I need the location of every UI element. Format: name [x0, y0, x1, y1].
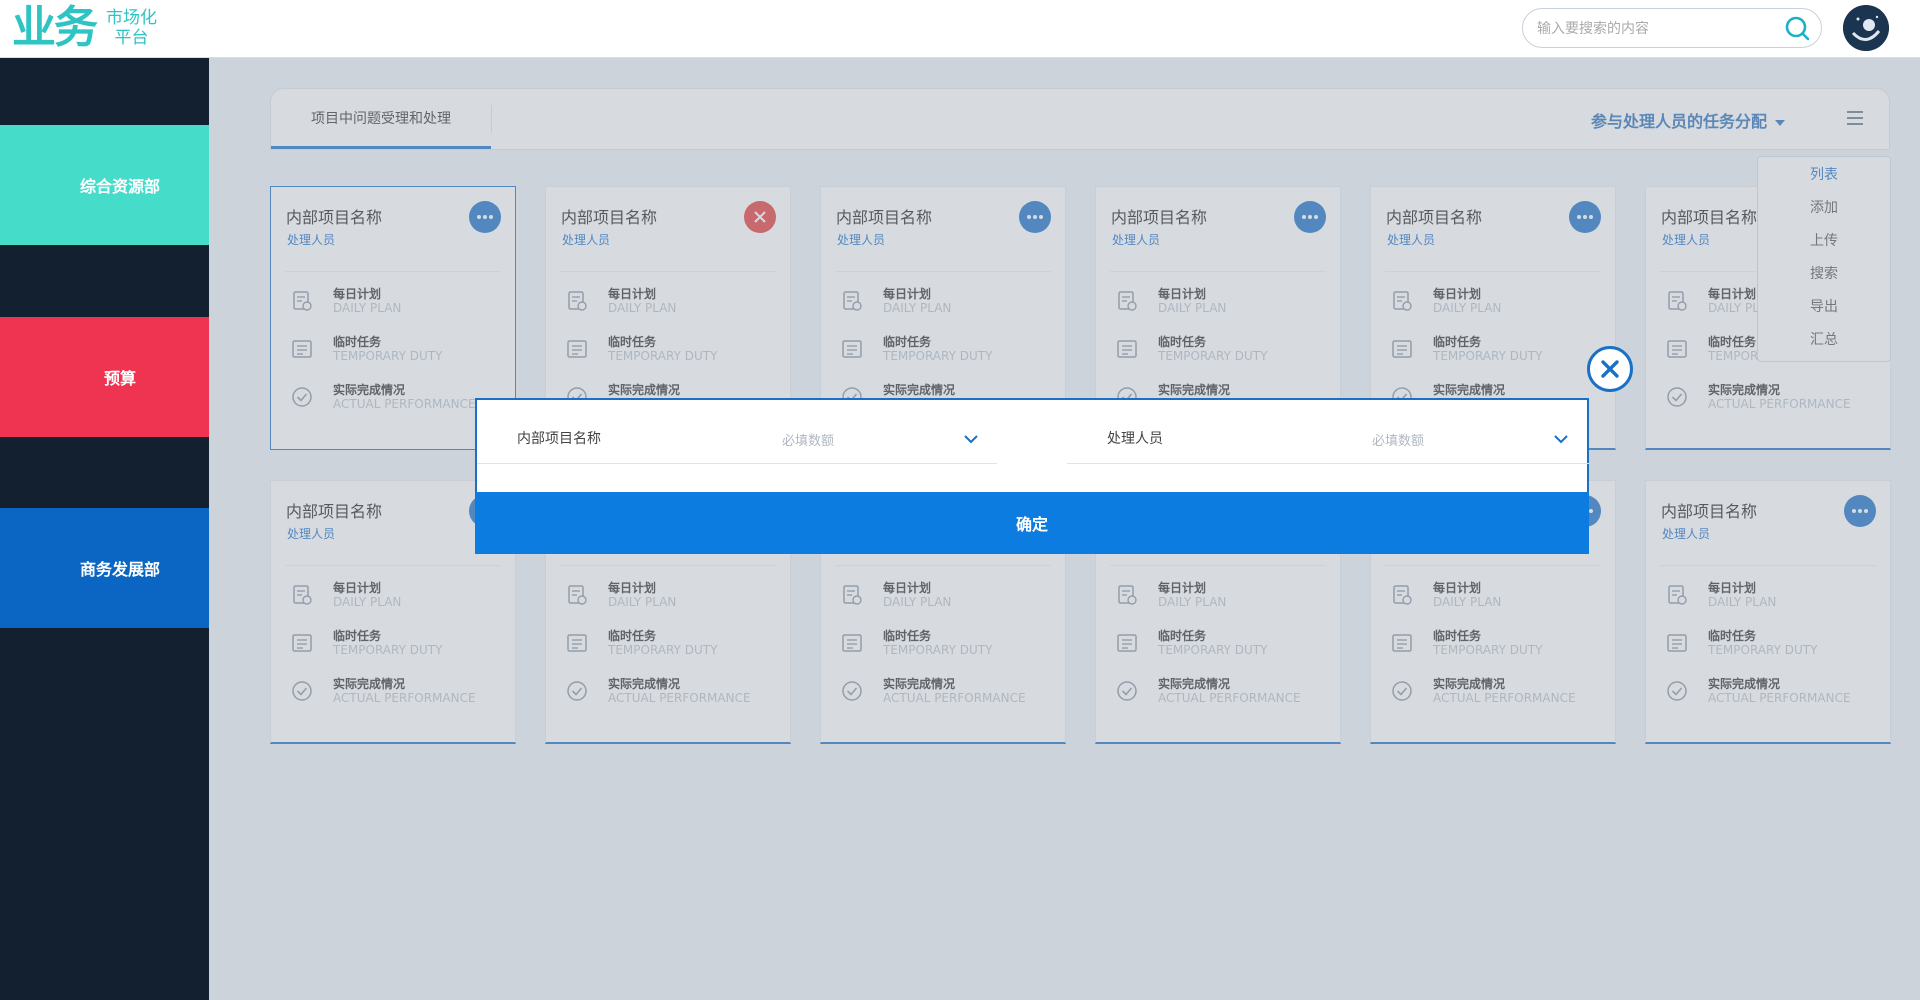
sidebar-item-label: 预算 [103, 369, 136, 388]
search-icon[interactable] [1783, 15, 1811, 43]
chevron-down-icon [964, 435, 978, 444]
search-box [1522, 8, 1822, 48]
field-label: 处理人员 [1107, 431, 1163, 447]
sidebar-item-label: 综合资源部 [79, 177, 160, 196]
top-bar: 业务 市场化 平台 [0, 0, 1920, 58]
field-placeholder: 必填数额 [1372, 434, 1425, 449]
sidebar-item-business[interactable]: 商务发展部 [0, 508, 240, 628]
logo[interactable]: 业务 市场化 平台 [12, 4, 157, 52]
field-placeholder: 必填数额 [782, 434, 835, 449]
modal-close-button[interactable] [1587, 346, 1633, 392]
search-input[interactable] [1537, 18, 1777, 40]
sidebar-item-resources[interactable]: 综合资源部 [0, 125, 240, 245]
logo-sub-line1: 市场化 [106, 8, 157, 28]
project-name-select[interactable]: 内部项目名称 必填数额 [477, 418, 997, 464]
close-icon [1601, 360, 1619, 378]
field-label: 内部项目名称 [517, 431, 601, 447]
sidebar-item-label: 商务发展部 [79, 560, 160, 579]
assign-modal: 内部项目名称 必填数额 处理人员 必填数额 确定 [475, 398, 1589, 554]
sidebar-item-budget[interactable]: 预算 [0, 317, 240, 437]
logo-sub-line2: 平台 [114, 28, 149, 48]
logo-main-text: 业务 [12, 2, 98, 53]
avatar-image [1843, 5, 1889, 51]
avatar[interactable] [1843, 5, 1889, 51]
logo-subtitle: 市场化 平台 [106, 8, 157, 48]
confirm-label: 确定 [1015, 517, 1048, 534]
chevron-down-icon [1554, 435, 1568, 444]
confirm-button[interactable]: 确定 [475, 492, 1589, 554]
handler-select[interactable]: 处理人员 必填数额 [1067, 418, 1589, 464]
